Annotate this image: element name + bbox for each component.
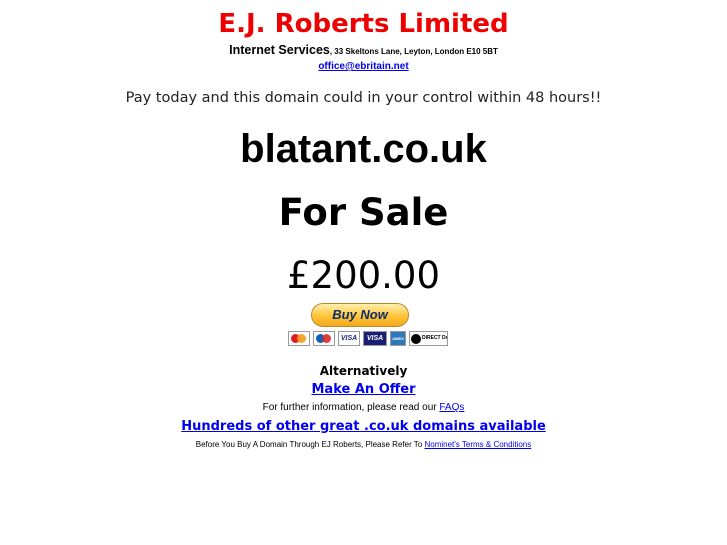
price: £200.00 [286,254,440,297]
mastercard-icon [288,331,310,346]
email-link[interactable]: office@ebritain.net [318,61,408,72]
terms-text: Before You Buy A Domain Through EJ Rober… [195,440,425,449]
tagline: Pay today and this domain could in your … [125,90,602,106]
services-label: Internet Services [229,43,330,57]
amex-icon: AMEX [390,331,406,346]
visa-icon: VISA [338,331,360,346]
visa-electron-icon: VISA [363,331,387,346]
buy-now-button[interactable]: Buy Now [311,303,409,327]
alternatively-label: Alternatively [319,364,408,378]
email-line: office@ebritain.net [0,60,727,73]
other-domains-line: Hundreds of other great .co.uk domains a… [0,418,727,435]
page: E.J. Roberts Limited Internet Services, … [0,0,727,545]
faqs-link[interactable]: FAQs [439,402,464,413]
further-info-text: For further information, please read our [262,402,440,413]
make-offer-link[interactable]: Make An Offer [312,382,416,397]
postal-address: , 33 Skeltons Lane, Leyton, London E10 5… [329,47,498,56]
direct-debit-label: DIRECT Debit [422,335,448,341]
terms-line: Before You Buy A Domain Through EJ Rober… [0,439,727,450]
address-line: Internet Services, 33 Skeltons Lane, Ley… [0,42,727,60]
further-info-line: For further information, please read our… [0,401,727,414]
for-sale-heading: For Sale [278,191,449,234]
nominet-terms-link[interactable]: Nominet's Terms & Conditions [424,440,531,449]
direct-debit-icon: DIRECT Debit [409,331,448,346]
company-name: E.J. Roberts Limited [218,9,509,39]
payment-cards: VISA VISA AMEX DIRECT Debit [288,331,448,346]
other-domains-link[interactable]: Hundreds of other great .co.uk domains a… [181,419,546,434]
make-offer-line: Make An Offer [0,381,727,398]
maestro-icon [313,331,335,346]
domain-name: blatant.co.uk [240,127,487,171]
